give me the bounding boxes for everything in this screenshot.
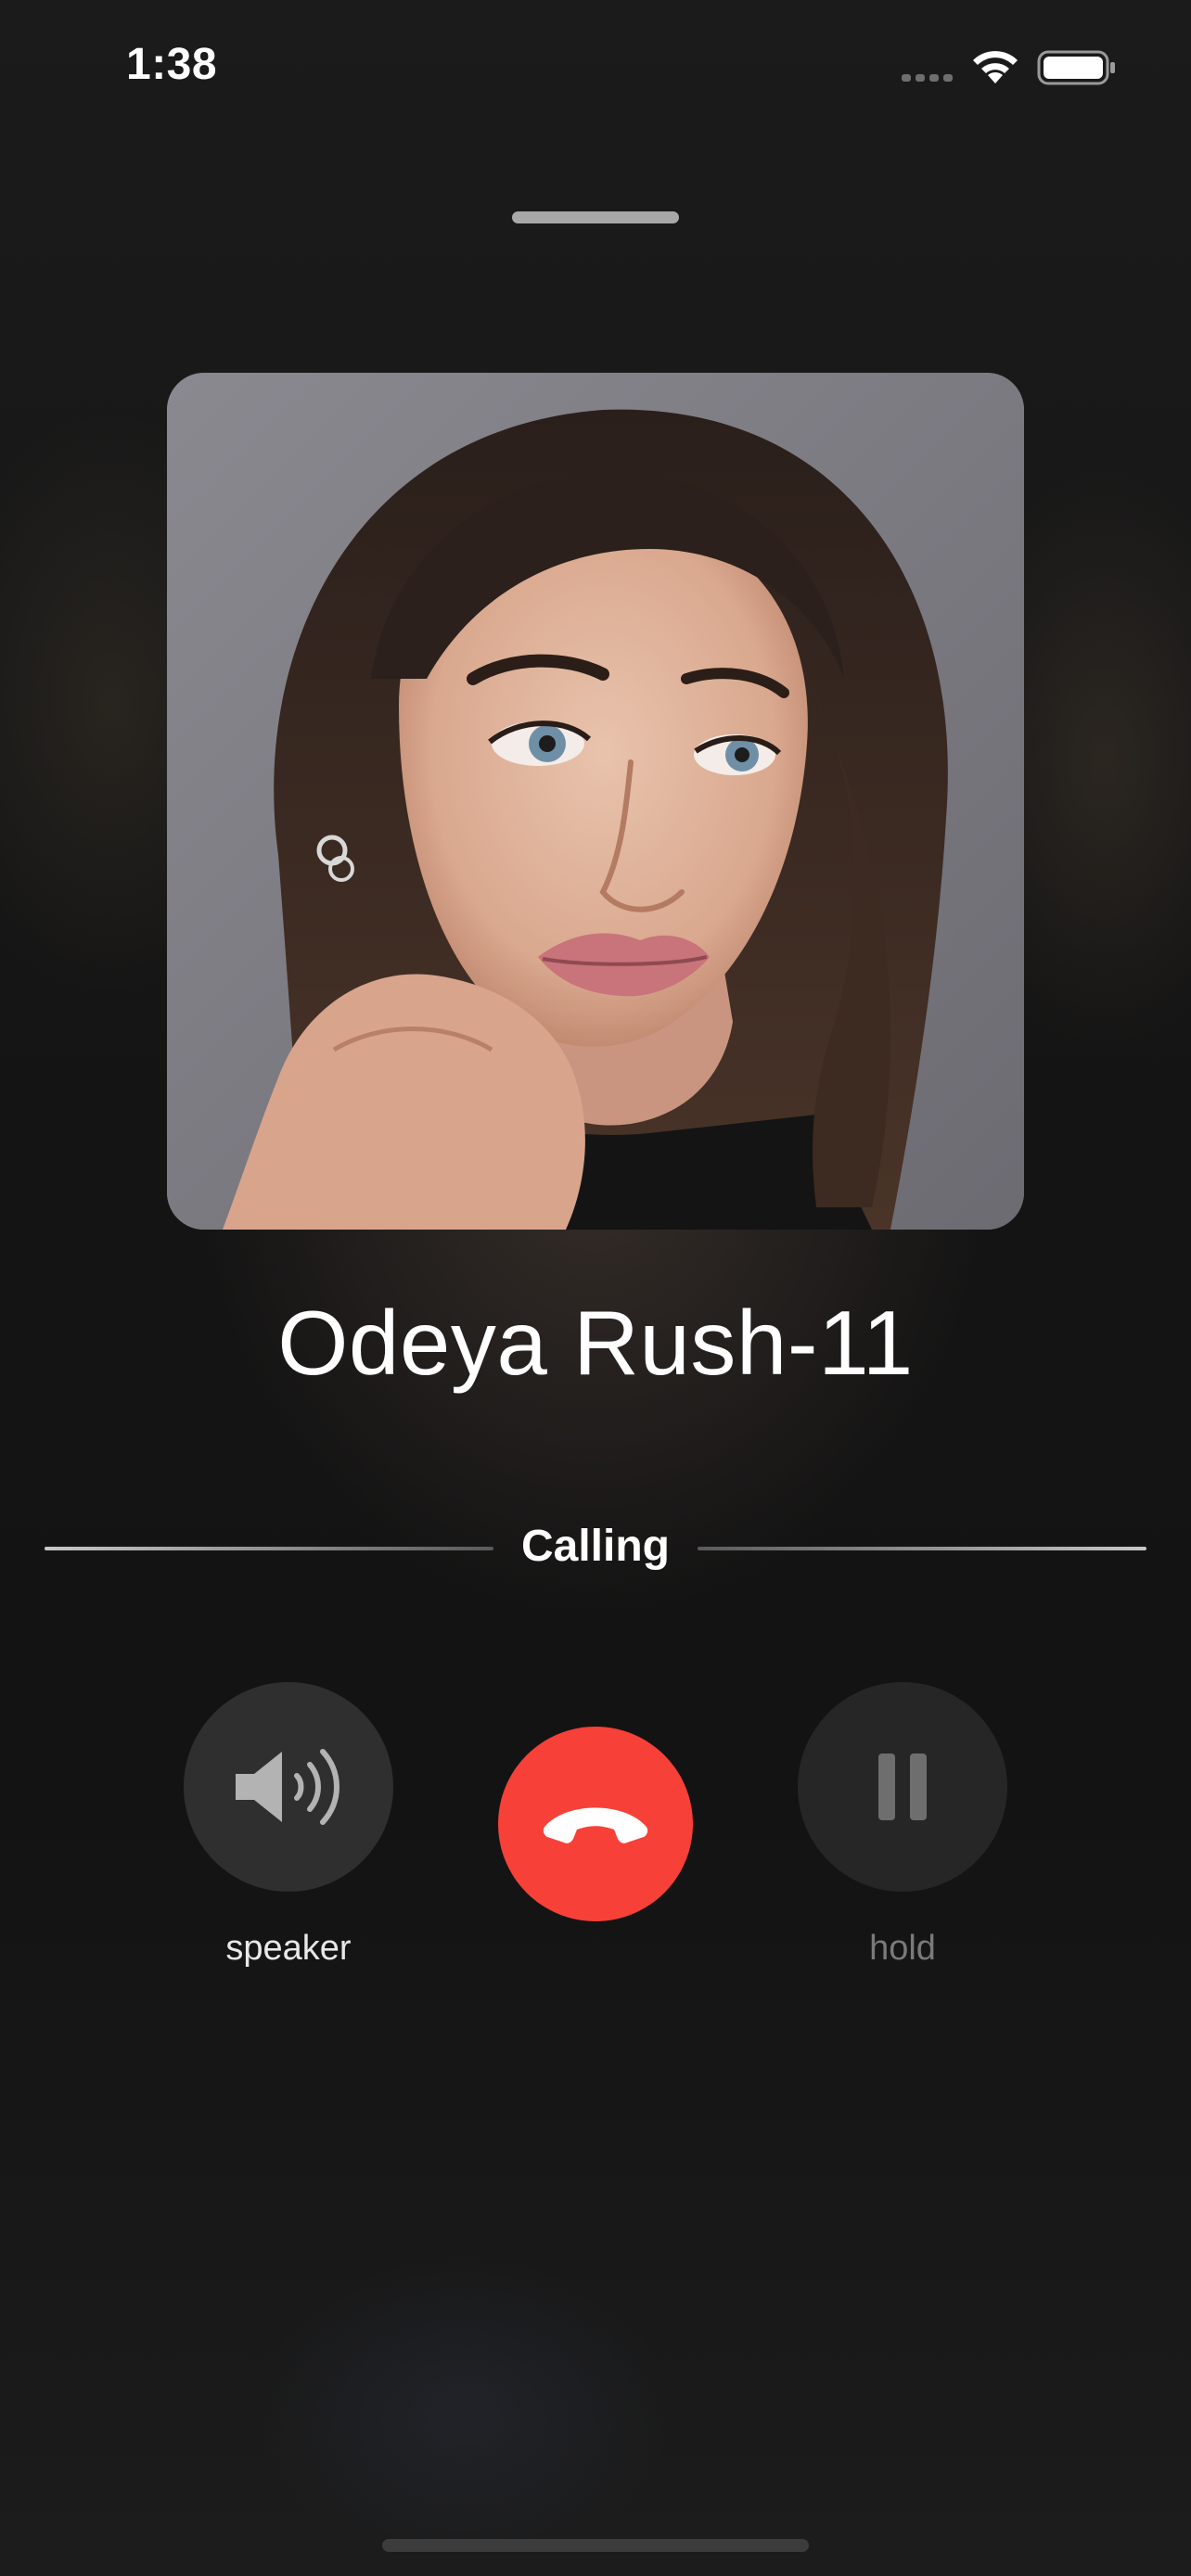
status-time: 1:38 (126, 40, 218, 89)
call-screen: 1:38 Odeya Rush-11 Calling speaker hold (0, 0, 1191, 2576)
speaker-wave-icon (236, 1749, 339, 1825)
wifi-icon (973, 51, 1018, 83)
hold-label: hold (869, 1929, 936, 1968)
contact-photo (167, 373, 1024, 1230)
divider-line (698, 1547, 1146, 1550)
end-call-button[interactable] (498, 1727, 693, 1921)
sheet-grabber[interactable] (512, 211, 679, 223)
speaker-label: speaker (225, 1929, 352, 1968)
phone-hangup-icon (543, 1807, 648, 1843)
home-indicator (382, 2539, 809, 2552)
speaker-button[interactable] (184, 1682, 393, 1892)
status-bar: 1:38 (0, 0, 1191, 130)
call-status: Calling (520, 1522, 670, 1571)
battery-icon (1037, 50, 1115, 85)
contact-name: Odeya Rush-11 (277, 1292, 914, 1394)
cellular-signal-icon (902, 72, 957, 83)
divider-line (45, 1547, 493, 1550)
pause-icon (878, 1753, 927, 1820)
hold-button[interactable] (798, 1682, 1007, 1892)
